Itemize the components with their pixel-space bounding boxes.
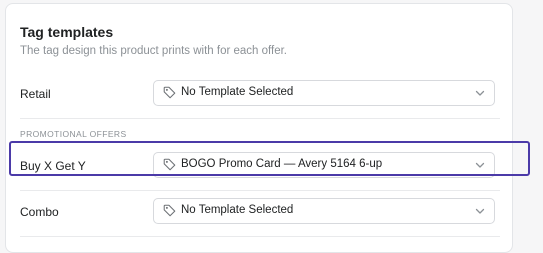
retail-select-value: No Template Selected — [181, 86, 294, 98]
highlight-outline — [9, 141, 530, 176]
card-title: Tag templates — [20, 24, 114, 40]
combo-label: Combo — [20, 205, 59, 219]
tag-icon — [163, 204, 176, 217]
tag-icon — [163, 86, 176, 99]
row-divider — [20, 190, 500, 191]
promotional-offers-heading: PROMOTIONAL OFFERS — [20, 129, 127, 139]
row-divider — [20, 236, 500, 237]
section-divider — [20, 118, 500, 119]
retail-template-select[interactable]: No Template Selected — [153, 80, 495, 106]
combo-select-value: No Template Selected — [181, 204, 294, 216]
tag-templates-card: Tag templates The tag design this produc… — [5, 3, 513, 253]
card-subtitle: The tag design this product prints with … — [20, 45, 287, 57]
combo-template-select[interactable]: No Template Selected — [153, 198, 495, 224]
chevron-down-icon — [475, 90, 485, 96]
chevron-down-icon — [475, 208, 485, 214]
retail-label: Retail — [20, 87, 51, 101]
